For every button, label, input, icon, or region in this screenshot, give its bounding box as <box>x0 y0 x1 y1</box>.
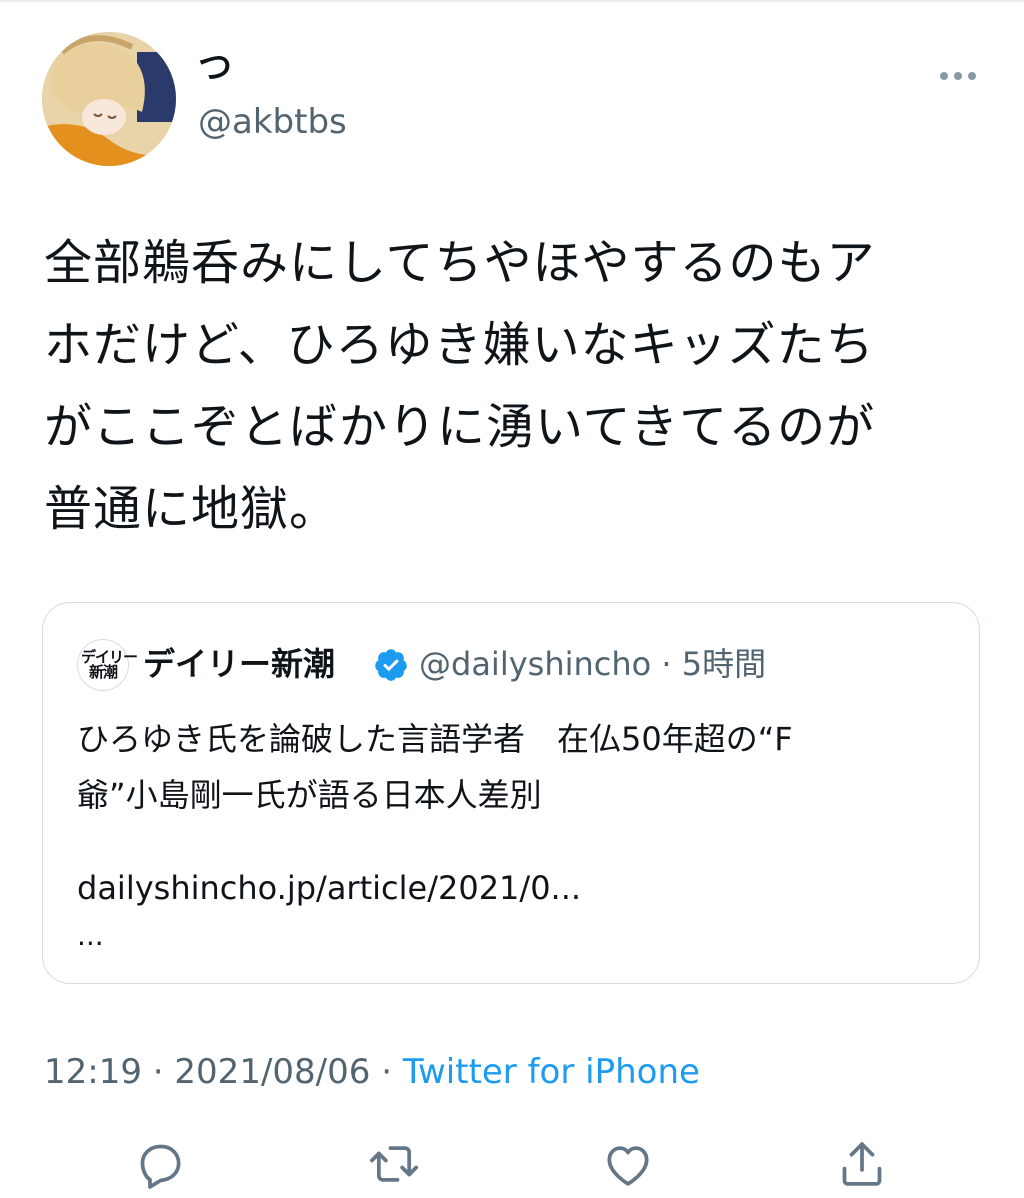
display-name[interactable]: つ <box>198 48 232 88</box>
more-options-button[interactable] <box>936 58 980 94</box>
reply-button[interactable] <box>132 1136 188 1192</box>
user-handle[interactable]: @akbtbs <box>198 102 347 142</box>
like-button[interactable] <box>600 1136 656 1192</box>
dot-separator: · <box>370 1052 403 1092</box>
quote-handle: @dailyshincho <box>419 645 652 683</box>
avatar[interactable] <box>42 32 176 166</box>
tweet-time: 12:19 <box>44 1052 142 1092</box>
quote-display-name: デイリー新潮 <box>143 645 336 683</box>
quote-tweet-card[interactable]: デイリー 新潮 デイリー新潮 @dailyshincho · 5時間 ひろゆき氏… <box>42 602 980 984</box>
more-icon <box>954 72 962 80</box>
retweet-button[interactable] <box>366 1136 422 1192</box>
verified-icon <box>375 649 407 681</box>
quote-avatar: デイリー 新潮 <box>77 639 138 691</box>
dot-separator: · <box>651 645 682 683</box>
tweet-text: 全部鵜呑みにしてちやほやするのもア ホだけど、ひろゆき嫌いなキッズたち がここぞ… <box>44 235 876 537</box>
quote-text: ひろゆき氏を論破した言語学者 在仏50年超の“F 爺”小島剛一氏が語る日本人差別 <box>77 720 793 814</box>
retweet-icon <box>369 1146 419 1182</box>
avatar-image <box>42 32 176 166</box>
share-button[interactable] <box>834 1136 890 1192</box>
more-icon <box>968 72 976 80</box>
more-icon <box>940 72 948 80</box>
dot-separator: · <box>141 1052 175 1092</box>
tweet-metadata: 12:19 · 2021/08/06 · Twitter for iPhone <box>44 1050 700 1094</box>
quote-avatar-logo: デイリー 新潮 <box>81 648 138 681</box>
quote-timestamp: 5時間 <box>681 645 767 683</box>
share-icon <box>842 1142 882 1186</box>
tweet-source[interactable]: Twitter for iPhone <box>403 1052 700 1092</box>
quote-ellipsis: ... <box>77 919 104 952</box>
quote-handle-line: @dailyshincho · 5時間 <box>419 641 766 687</box>
reply-icon <box>140 1144 181 1189</box>
top-divider <box>0 0 1024 2</box>
like-icon <box>607 1146 649 1186</box>
tweet-date: 2021/08/06 <box>174 1052 371 1092</box>
quote-link[interactable]: dailyshincho.jp/article/2021/0... <box>77 865 581 911</box>
